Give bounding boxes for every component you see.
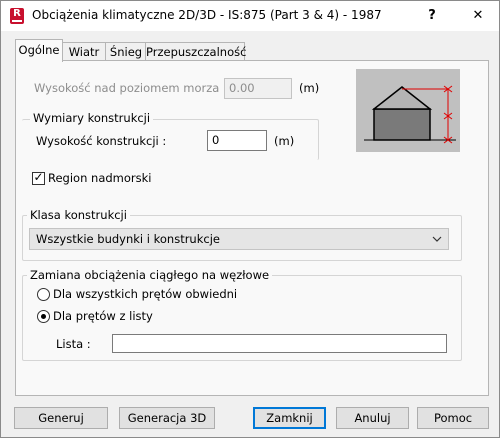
tab-panel-general: Wysokość nad poziomem morza : 0.00 (m) W… <box>15 60 489 396</box>
structure-height-label: Wysokość konstrukcji : <box>36 134 167 148</box>
cancel-button[interactable]: Anuluj <box>336 407 409 429</box>
close-icon[interactable]: ✕ <box>467 6 489 26</box>
bar-list-input[interactable] <box>112 334 447 353</box>
dimensions-group-title: Wymiary konstrukcji <box>30 111 154 125</box>
conversion-group-title: Zamiana obciążenia ciągłego na węzłowe <box>27 268 273 282</box>
generate-button[interactable]: Generuj <box>14 407 108 429</box>
radio-all-bars[interactable] <box>37 288 50 301</box>
radio-list-bars[interactable] <box>37 310 50 323</box>
radio-list-bars-label: Dla prętów z listy <box>53 309 153 323</box>
help-icon[interactable]: ? <box>421 6 443 26</box>
tab-permeability[interactable]: Przepuszczalność <box>145 42 246 61</box>
chevron-down-icon <box>432 229 442 249</box>
title-bar: R Obciążenia klimatyczne 2D/3D - IS:875 … <box>1 1 499 31</box>
structure-class-selected: Wszystkie budynki i konstrukcje <box>36 232 220 246</box>
coastal-region-checkbox[interactable]: ✓ <box>32 170 45 185</box>
bar-list-label: Lista : <box>56 337 91 351</box>
generate-3d-button[interactable]: Generacja 3D <box>119 407 215 429</box>
help-button[interactable]: Pomoc <box>417 407 489 429</box>
structure-class-select[interactable]: Wszystkie budynki i konstrukcje <box>29 228 449 250</box>
tab-snow[interactable]: Śnieg <box>105 42 147 61</box>
structure-height-unit: (m) <box>274 134 295 148</box>
building-preview-icon <box>356 69 460 152</box>
radio-selected-dot <box>41 314 46 319</box>
structure-class-group-title: Klasa konstrukcji <box>27 208 130 222</box>
close-button[interactable]: Zamknij <box>253 407 326 429</box>
altitude-input[interactable]: 0.00 <box>224 78 292 99</box>
window-title: Obciążenia klimatyczne 2D/3D - IS:875 (P… <box>32 8 382 22</box>
checkmark-icon: ✓ <box>33 170 44 184</box>
altitude-label: Wysokość nad poziomem morza : <box>34 81 227 95</box>
altitude-unit: (m) <box>299 81 320 95</box>
tab-general[interactable]: Ogólne <box>15 39 63 62</box>
coastal-region-label: Region nadmorski <box>48 171 152 185</box>
app-icon-letter: R <box>13 8 21 19</box>
structure-height-input[interactable]: 0 <box>207 130 267 151</box>
radio-all-bars-label: Dla wszystkich prętów obwiedni <box>53 287 238 301</box>
robot-app-icon: R <box>10 8 24 24</box>
tab-wind[interactable]: Wiatr <box>61 42 107 61</box>
dialog-window: R Obciążenia klimatyczne 2D/3D - IS:875 … <box>0 0 500 438</box>
